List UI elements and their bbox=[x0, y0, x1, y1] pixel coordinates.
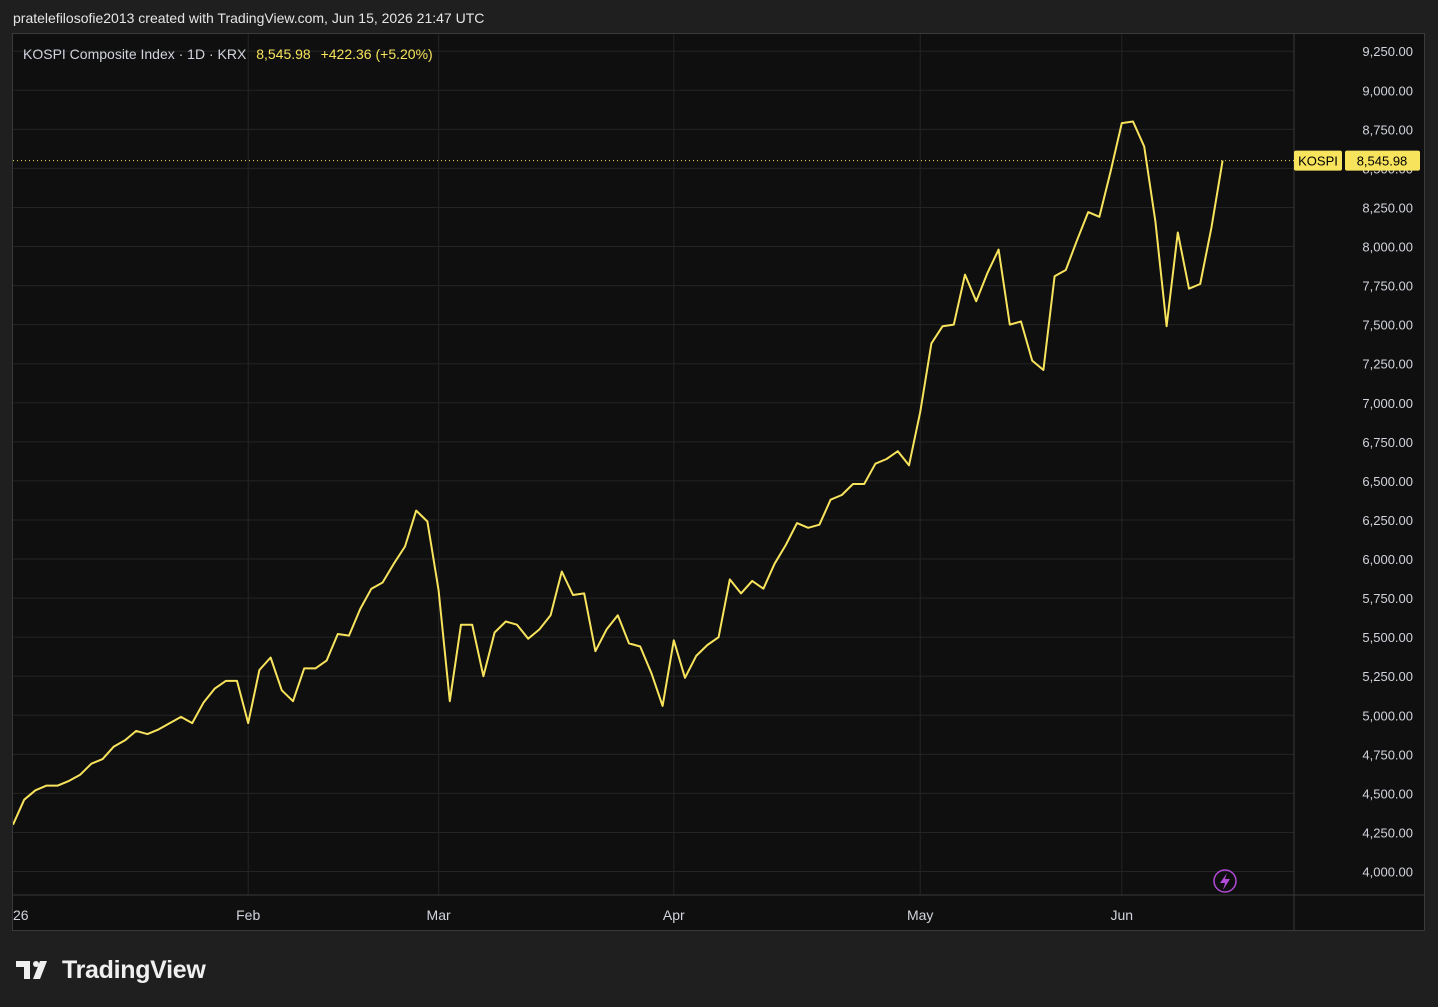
x-tick-label: 26 bbox=[13, 907, 29, 923]
y-tick-label: 7,000.00 bbox=[1362, 396, 1413, 411]
last-price-tag: KOSPI 8,545.98 bbox=[1294, 150, 1420, 171]
y-tick-label: 5,500.00 bbox=[1362, 630, 1413, 645]
y-tick-label: 6,750.00 bbox=[1362, 435, 1413, 450]
time-axis[interactable]: 26 Feb Mar Apr May Jun bbox=[13, 894, 1424, 923]
chart-pane[interactable]: 4,000.00 4,250.00 4,500.00 4,750.00 5,000.00… bbox=[12, 33, 1425, 931]
price-tag-value: 8,545.98 bbox=[1357, 154, 1408, 169]
y-tick-label: 4,500.00 bbox=[1362, 786, 1413, 801]
y-tick-label: 5,250.00 bbox=[1362, 669, 1413, 684]
y-tick-label: 8,000.00 bbox=[1362, 240, 1413, 255]
y-tick-label: 6,000.00 bbox=[1362, 552, 1413, 567]
y-tick-label: 8,250.00 bbox=[1362, 200, 1413, 215]
legend-symbol: KOSPI Composite Index · 1D · KRX bbox=[23, 46, 247, 62]
y-tick-label: 4,250.00 bbox=[1362, 825, 1413, 840]
price-chart[interactable]: 4,000.00 4,250.00 4,500.00 4,750.00 5,000.00… bbox=[13, 34, 1424, 930]
price-tag-symbol: KOSPI bbox=[1298, 154, 1338, 169]
y-tick-label: 7,750.00 bbox=[1362, 279, 1413, 294]
y-tick-label: 7,250.00 bbox=[1362, 357, 1413, 372]
kospi-price-line bbox=[13, 120, 1224, 826]
tradingview-brand[interactable]: TradingView bbox=[16, 955, 206, 985]
chart-legend: KOSPI Composite Index · 1D · KRX 8,545.9… bbox=[23, 46, 433, 62]
lightning-alert-icon[interactable] bbox=[1213, 869, 1237, 893]
y-tick-label: 5,000.00 bbox=[1362, 708, 1413, 723]
y-tick-label: 4,000.00 bbox=[1362, 865, 1413, 880]
legend-last-value: 8,545.98 bbox=[256, 46, 311, 62]
y-tick-label: 6,250.00 bbox=[1362, 513, 1413, 528]
x-tick-label: Jun bbox=[1111, 907, 1134, 923]
y-tick-label: 8,750.00 bbox=[1362, 122, 1413, 137]
y-tick-label: 5,750.00 bbox=[1362, 591, 1413, 606]
vertical-gridlines bbox=[247, 34, 1123, 895]
y-tick-label: 9,000.00 bbox=[1362, 83, 1413, 98]
horizontal-gridlines bbox=[13, 50, 1294, 873]
y-tick-label: 4,750.00 bbox=[1362, 747, 1413, 762]
y-tick-label: 9,250.00 bbox=[1362, 44, 1413, 59]
x-tick-label: Mar bbox=[427, 907, 451, 923]
y-tick-label: 7,500.00 bbox=[1362, 318, 1413, 333]
snapshot-caption: pratelefilosofie2013 created with Tradin… bbox=[13, 10, 485, 26]
y-tick-label: 6,500.00 bbox=[1362, 474, 1413, 489]
x-tick-label: Feb bbox=[236, 907, 260, 923]
brand-name: TradingView bbox=[62, 955, 206, 984]
legend-change: +422.36 (+5.20%) bbox=[320, 46, 433, 62]
x-tick-label: May bbox=[907, 907, 933, 923]
tradingview-logo-icon bbox=[16, 961, 47, 979]
x-tick-label: Apr bbox=[663, 907, 685, 923]
